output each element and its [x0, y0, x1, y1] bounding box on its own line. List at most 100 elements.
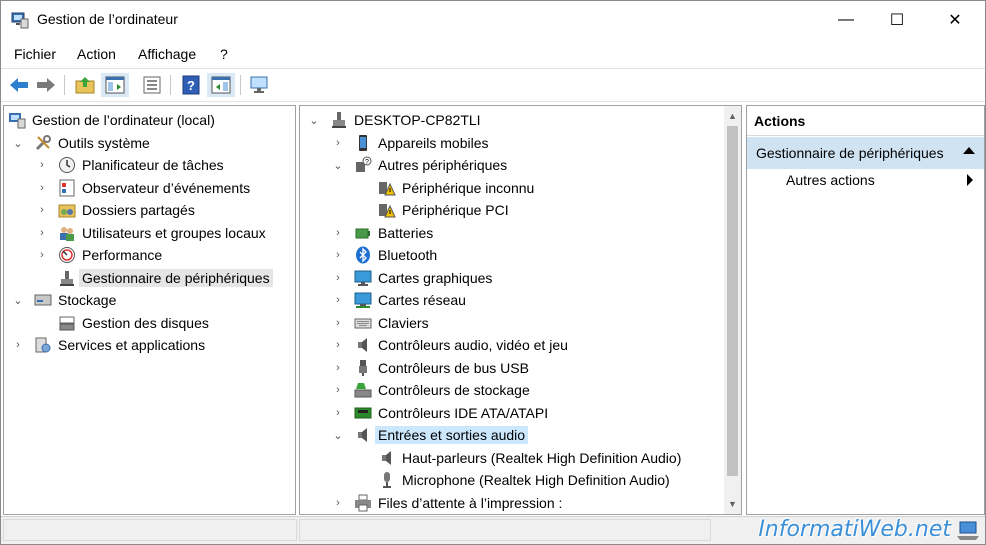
chevron-right-icon[interactable]: ›: [36, 249, 48, 261]
properties-icon: [143, 76, 161, 94]
menu-fichier[interactable]: Fichier: [14, 46, 56, 62]
scroll-down-arrow-icon[interactable]: ▼: [724, 496, 741, 512]
speaker-icon: [382, 451, 391, 465]
help-icon: ?: [182, 75, 200, 95]
status-bar: InformatiWeb.net: [1, 516, 985, 544]
device-tree-panel: ⌄ DESKTOP-CP82TLI › Appareils mobiles ⌄ …: [299, 105, 742, 515]
scrollbar-thumb[interactable]: [727, 126, 738, 476]
usb-icon: [359, 360, 367, 376]
minimize-button[interactable]: —: [823, 1, 869, 39]
svg-text:?: ?: [365, 159, 369, 166]
menu-help[interactable]: ?: [220, 46, 228, 62]
actions-section-device-manager[interactable]: Gestionnaire de périphériques: [747, 137, 984, 169]
chevron-right-icon[interactable]: ›: [332, 272, 344, 284]
computer-icon: [332, 112, 346, 128]
collapse-triangle-icon[interactable]: [963, 147, 975, 154]
device-controleurs-usb[interactable]: › Contrôleurs de bus USB: [332, 357, 529, 379]
tree-planificateur[interactable]: › Planificateur de tâches: [36, 154, 224, 176]
show-hide-tree-icon: [105, 76, 125, 94]
connect-computer-button[interactable]: [248, 73, 272, 97]
chevron-right-icon[interactable]: ›: [12, 339, 24, 351]
chevron-right-icon[interactable]: ›: [36, 204, 48, 216]
device-peripherique-inconnu[interactable]: Périphérique inconnu: [378, 177, 534, 199]
tree-dossiers[interactable]: › Dossiers partagés: [36, 199, 195, 221]
up-level-button[interactable]: [73, 73, 97, 97]
console-tree-panel: Gestion de l’ordinateur (local) ⌄ Outils…: [3, 105, 296, 515]
device-claviers[interactable]: › Claviers: [332, 312, 428, 334]
title-bar: Gestion de l’ordinateur — ☐ ✕: [1, 1, 985, 39]
device-microphone[interactable]: Microphone (Realtek High Definition Audi…: [378, 469, 670, 491]
properties-button[interactable]: [140, 73, 164, 97]
device-haut-parleurs[interactable]: Haut-parleurs (Realtek High Definition A…: [378, 447, 681, 469]
tree-disques[interactable]: Gestion des disques: [58, 312, 209, 334]
chevron-right-icon[interactable]: ›: [332, 407, 344, 419]
mobile-device-icon: [359, 135, 367, 151]
chevron-right-icon[interactable]: ›: [332, 362, 344, 374]
device-peripherique-pci[interactable]: Périphérique PCI: [378, 199, 509, 221]
battery-icon: [355, 228, 370, 239]
forward-button[interactable]: [34, 73, 58, 97]
services-icon: [35, 337, 51, 353]
tree-outils-systeme[interactable]: ⌄ Outils système: [12, 132, 150, 154]
chevron-right-icon[interactable]: ›: [332, 249, 344, 261]
back-button[interactable]: [7, 73, 31, 97]
disk-management-icon: [59, 316, 75, 331]
chevron-right-icon[interactable]: ›: [332, 294, 344, 306]
chevron-down-icon[interactable]: ⌄: [12, 294, 24, 307]
device-tree-scrollbar[interactable]: ▲ ▼: [724, 106, 741, 514]
chevron-down-icon[interactable]: ⌄: [332, 429, 344, 442]
chevron-right-icon[interactable]: ›: [36, 227, 48, 239]
microphone-icon: [383, 472, 391, 488]
device-files-attente[interactable]: › Files d’attente à l’impression :: [332, 492, 562, 514]
tree-performance[interactable]: › Performance: [36, 244, 162, 266]
window-title: Gestion de l’ordinateur: [37, 11, 178, 27]
device-appareils-mobiles[interactable]: › Appareils mobiles: [332, 132, 489, 154]
chevron-right-icon[interactable]: ›: [332, 497, 344, 509]
device-cartes-graphiques[interactable]: › Cartes graphiques: [332, 267, 492, 289]
clock-icon: [59, 157, 75, 173]
submenu-arrow-icon[interactable]: [967, 174, 973, 186]
tree-utilisateurs[interactable]: › Utilisateurs et groupes locaux: [36, 222, 266, 244]
storage-controller-icon: [354, 383, 372, 398]
chevron-down-icon[interactable]: ⌄: [332, 159, 344, 172]
menu-action[interactable]: Action: [77, 46, 116, 62]
chevron-right-icon[interactable]: ›: [332, 137, 344, 149]
chevron-right-icon[interactable]: ›: [332, 227, 344, 239]
ide-controller-icon: [354, 407, 372, 419]
device-batteries[interactable]: › Batteries: [332, 222, 433, 244]
help-button[interactable]: ?: [179, 73, 203, 97]
chevron-right-icon[interactable]: ›: [332, 317, 344, 329]
device-cartes-reseau[interactable]: › Cartes réseau: [332, 289, 466, 311]
device-entrees-sorties-audio[interactable]: ⌄ Entrées et sorties audio: [332, 424, 529, 446]
show-action-pane-button[interactable]: [207, 73, 235, 97]
monitor-icon: [250, 76, 268, 93]
device-bluetooth[interactable]: › Bluetooth: [332, 244, 437, 266]
warning-device-icon: [379, 204, 396, 218]
chevron-right-icon[interactable]: ›: [36, 182, 48, 194]
chevron-down-icon[interactable]: ⌄: [12, 137, 24, 150]
close-button[interactable]: ✕: [932, 1, 978, 39]
speaker-icon: [358, 428, 367, 442]
device-autres-peripheriques[interactable]: ⌄ ? Autres périphériques: [332, 154, 507, 176]
show-hide-tree-button[interactable]: [101, 73, 129, 97]
tree-services[interactable]: › Services et applications: [12, 334, 205, 356]
chevron-right-icon[interactable]: ›: [332, 339, 344, 351]
device-controleurs-stockage[interactable]: › Contrôleurs de stockage: [332, 379, 530, 401]
users-icon: [60, 227, 74, 241]
laptop-logo-icon: [957, 521, 979, 540]
chevron-right-icon[interactable]: ›: [36, 159, 48, 171]
device-controleurs-ide[interactable]: › Contrôleurs IDE ATA/ATAPI: [332, 402, 548, 424]
tree-root[interactable]: Gestion de l’ordinateur (local): [8, 109, 215, 131]
tree-observateur[interactable]: › Observateur d’événements: [36, 177, 250, 199]
menu-affichage[interactable]: Affichage: [138, 46, 196, 62]
tools-icon: [35, 135, 51, 151]
maximize-button[interactable]: ☐: [874, 1, 920, 39]
device-controleurs-audio[interactable]: › Contrôleurs audio, vidéo et jeu: [332, 334, 568, 356]
tree-gestionnaire[interactable]: Gestionnaire de périphériques: [58, 267, 273, 289]
chevron-right-icon[interactable]: ›: [332, 384, 344, 396]
chevron-down-icon[interactable]: ⌄: [308, 114, 320, 127]
autres-actions-item[interactable]: Autres actions: [786, 172, 875, 188]
device-root[interactable]: ⌄ DESKTOP-CP82TLI: [308, 109, 481, 131]
tree-stockage[interactable]: ⌄ Stockage: [12, 289, 116, 311]
scroll-up-arrow-icon[interactable]: ▲: [724, 108, 741, 124]
